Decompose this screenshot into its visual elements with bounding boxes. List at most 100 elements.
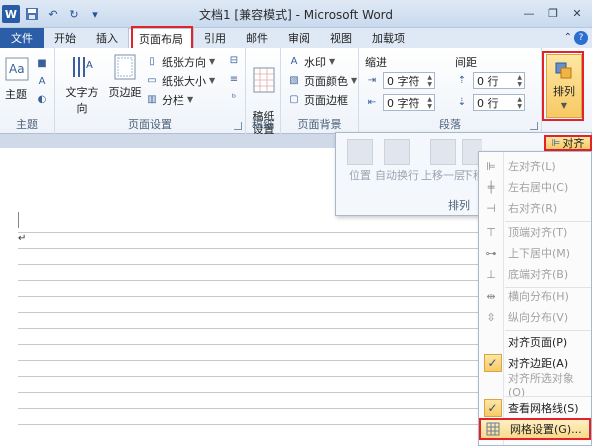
- align-menu: ⊫ 左对齐(L) ╪ 左右居中(C) ⊣ 右对齐(R) ⊤ 顶端对齐(T) ⊶ 上下居中(…: [478, 151, 592, 446]
- close-icon[interactable]: ✕: [566, 4, 588, 22]
- paragraph-launcher-icon[interactable]: [530, 122, 538, 130]
- bring-forward-label: 上移一层: [421, 169, 465, 182]
- spinner-icon[interactable]: ▲ ▼: [517, 74, 522, 88]
- minimize-ribbon-icon[interactable]: ⌃: [564, 32, 572, 43]
- group-theme-label: 主题: [16, 118, 38, 131]
- orientation-button[interactable]: ▯ 纸张方向 ▼: [145, 53, 215, 70]
- breaks-icon[interactable]: ⊟: [227, 53, 241, 67]
- spacing-before-field: ⇡ 0 行 ▲ ▼: [455, 72, 525, 89]
- theme-fonts-icon[interactable]: A: [35, 74, 49, 88]
- tab-addins[interactable]: 加载项: [362, 28, 415, 48]
- align-center-icon: ╪: [487, 180, 495, 194]
- page-borders-icon: ▢: [289, 94, 299, 105]
- themes-button[interactable]: Aa 主题: [2, 54, 30, 102]
- checkmark-icon: ✓: [479, 353, 503, 373]
- chevron-down-icon: ▼: [187, 95, 194, 104]
- menu-item-align-center[interactable]: ╪ 左右居中(C): [479, 177, 591, 197]
- menu-separator: [505, 396, 591, 397]
- menu-item-align-to-page[interactable]: 对齐页面(P): [479, 332, 591, 352]
- chevron-down-icon: ▼: [329, 57, 336, 66]
- page-color-icon: ▧: [289, 75, 299, 86]
- columns-button[interactable]: ▥ 分栏 ▼: [145, 91, 193, 108]
- wrap-text-button[interactable]: 自动换行: [374, 139, 420, 183]
- page-color-label: 页面颜色: [304, 74, 348, 88]
- margins-icon: [110, 52, 140, 82]
- hyphenation-icon[interactable]: ᵇ: [227, 91, 241, 105]
- page-borders-button[interactable]: ▢ 页面边框: [287, 91, 348, 108]
- page-layout-highlight-box: [131, 26, 193, 50]
- tab-file[interactable]: 文件: [0, 28, 44, 48]
- spinner-icon[interactable]: ▲ ▼: [427, 74, 432, 88]
- chevron-down-icon: ▼: [209, 76, 216, 85]
- spinner-icon[interactable]: ▲ ▼: [517, 96, 522, 110]
- group-page-setup-label: 页面设置: [128, 118, 172, 131]
- menu-item-align-left[interactable]: ⊫ 左对齐(L): [479, 156, 591, 176]
- align-button[interactable]: ⊫ 对齐: [544, 135, 592, 151]
- align-label: 对齐: [562, 137, 585, 150]
- orientation-label: 纸张方向: [162, 55, 206, 69]
- indent-label: 缩进: [365, 56, 387, 69]
- size-button[interactable]: ▭ 纸张大小 ▼: [145, 72, 215, 89]
- watermark-icon: A: [290, 56, 298, 67]
- group-theme: Aa 主题 ■ A ◐ 主题: [0, 48, 55, 134]
- menu-item-align-bottom[interactable]: ⊥ 底端对齐(B): [479, 264, 591, 284]
- indent-right-input[interactable]: 0 字符 ▲ ▼: [383, 94, 435, 111]
- page-setup-launcher-icon[interactable]: [234, 122, 242, 130]
- position-icon: [347, 139, 373, 165]
- tab-review[interactable]: 审阅: [278, 28, 320, 48]
- paragraph-mark-icon: ↵: [18, 233, 27, 244]
- ribbon-tabs: 文件 开始 插入 页面布局 引用 邮件 审阅 视图 加载项: [0, 28, 592, 48]
- line-numbers-icon[interactable]: ≡: [227, 72, 241, 86]
- paper-size-icon: ▭: [147, 75, 157, 86]
- restore-icon[interactable]: ❐: [542, 4, 564, 22]
- menu-item-align-middle[interactable]: ⊶ 上下居中(M): [479, 243, 591, 263]
- spacing-after-icon: ⇣: [457, 97, 467, 108]
- wrap-text-icon: [384, 139, 410, 165]
- menu-item-distribute-horizontally[interactable]: ⇹ 横向分布(H): [479, 286, 591, 306]
- menu-item-view-gridlines[interactable]: ✓ 查看网格线(S): [479, 398, 591, 418]
- spinner-icon[interactable]: ▲ ▼: [427, 96, 432, 110]
- margins-button[interactable]: 页边距: [107, 52, 143, 100]
- position-button[interactable]: 位置: [342, 139, 378, 183]
- theme-colors-icon[interactable]: ■: [35, 56, 49, 70]
- spacing-before-icon: ⇡: [457, 75, 467, 86]
- menu-item-align-right[interactable]: ⊣ 右对齐(R): [479, 198, 591, 218]
- columns-icon: ▥: [147, 94, 157, 105]
- menu-item-align-selected-objects[interactable]: 对齐所选对象(O): [479, 372, 591, 399]
- align-bottom-icon: ⊥: [486, 267, 496, 281]
- grid-icon: [481, 419, 505, 439]
- text-direction-button[interactable]: A 文字方向: [61, 52, 103, 116]
- indent-left-input[interactable]: 0 字符 ▲ ▼: [383, 72, 435, 89]
- spacing-before-input[interactable]: 0 行 ▲ ▼: [473, 72, 525, 89]
- tab-mailings[interactable]: 邮件: [236, 28, 278, 48]
- themes-label: 主题: [5, 88, 27, 101]
- arrange-highlight-box: [542, 51, 584, 121]
- tab-view[interactable]: 视图: [320, 28, 362, 48]
- svg-text:Aa: Aa: [9, 62, 25, 76]
- margin-marker: [18, 212, 19, 228]
- bring-forward-button[interactable]: 上移一层: [420, 139, 466, 183]
- wrap-text-label: 自动换行: [375, 169, 419, 182]
- tab-references[interactable]: 引用: [194, 28, 236, 48]
- align-top-icon: ⊤: [486, 225, 496, 239]
- spacing-label: 间距: [455, 56, 477, 69]
- menu-item-distribute-vertically[interactable]: ⇳ 纵向分布(V): [479, 307, 591, 327]
- theme-effects-icon[interactable]: ◐: [35, 92, 49, 106]
- distribute-vertical-icon: ⇳: [486, 310, 496, 324]
- indent-right-icon: ⇤: [367, 97, 377, 108]
- menu-item-align-top[interactable]: ⊤ 顶端对齐(T): [479, 222, 591, 242]
- spacing-after-input[interactable]: 0 行 ▲ ▼: [473, 94, 525, 111]
- tab-insert[interactable]: 插入: [86, 28, 128, 48]
- group-page-setup: A 文字方向 页边距 ▯ 纸张方向 ▼ ▭ 纸张大小 ▼ ▥ 分栏 ▼ ⊟ ≡ …: [55, 48, 246, 134]
- margins-label: 页边距: [108, 86, 142, 99]
- watermark-button[interactable]: A 水印 ▼: [287, 53, 336, 70]
- help-icon[interactable]: ?: [574, 31, 588, 45]
- minimize-icon[interactable]: —: [518, 4, 540, 22]
- align-left-icon: ⊫: [486, 159, 496, 173]
- tab-home[interactable]: 开始: [44, 28, 86, 48]
- menu-item-grid-settings[interactable]: 网格设置(G)...: [479, 418, 591, 440]
- spacing-after-field: ⇣ 0 行 ▲ ▼: [455, 94, 525, 111]
- position-label: 位置: [349, 169, 371, 182]
- text-direction-icon: A: [67, 52, 97, 82]
- page-color-button[interactable]: ▧ 页面颜色 ▼: [287, 72, 357, 89]
